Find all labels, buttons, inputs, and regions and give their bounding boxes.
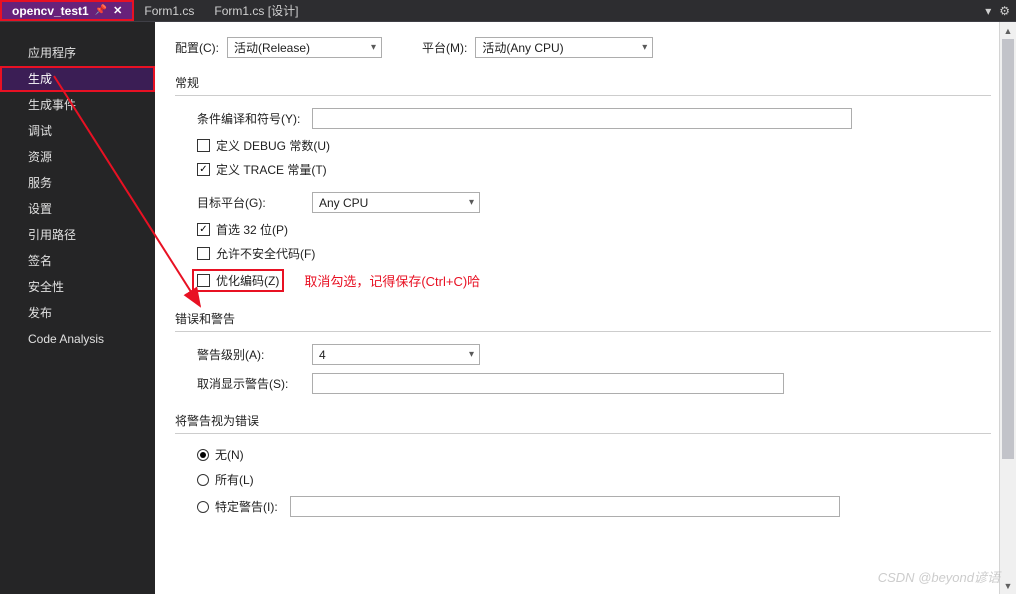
radio-none-row: 无(N): [197, 446, 991, 463]
section-treat-warnings: 将警告视为错误: [175, 412, 991, 431]
divider: [175, 331, 991, 332]
scroll-up-icon[interactable]: ▲: [1000, 22, 1016, 39]
sidebar-item-resources[interactable]: 资源: [0, 144, 155, 170]
tab-label: Form1.cs: [144, 4, 194, 18]
allow-unsafe-checkbox[interactable]: [197, 247, 210, 260]
config-value: 活动(Release): [234, 39, 310, 56]
content-area: 配置(C): 活动(Release) 平台(M): 活动(Any CPU) 常规…: [155, 22, 1016, 594]
radio-all-label: 所有(L): [215, 471, 254, 488]
sidebar-item-settings[interactable]: 设置: [0, 196, 155, 222]
target-platform-value: Any CPU: [319, 196, 368, 210]
suppress-row: 取消显示警告(S):: [197, 373, 991, 394]
sidebar-item-build[interactable]: 生成: [0, 66, 155, 92]
define-trace-checkbox[interactable]: [197, 163, 210, 176]
platform-label: 平台(M):: [422, 39, 467, 56]
suppress-input[interactable]: [312, 373, 784, 394]
sidebar: 应用程序 生成 生成事件 调试 资源 服务 设置 引用路径 签名 安全性 发布 …: [0, 22, 155, 594]
scroll-thumb[interactable]: [1002, 39, 1014, 459]
suppress-label: 取消显示警告(S):: [197, 375, 302, 392]
sidebar-item-debug[interactable]: 调试: [0, 118, 155, 144]
sidebar-item-publish[interactable]: 发布: [0, 300, 155, 326]
close-icon[interactable]: ✕: [113, 4, 122, 17]
divider: [175, 433, 991, 434]
section-general: 常规: [175, 74, 991, 93]
sidebar-item-reference-paths[interactable]: 引用路径: [0, 222, 155, 248]
specific-warnings-input[interactable]: [290, 496, 840, 517]
define-trace-row: 定义 TRACE 常量(T): [197, 161, 991, 178]
gear-icon[interactable]: ⚙: [999, 4, 1010, 18]
section-errors: 错误和警告: [175, 310, 991, 329]
define-debug-row: 定义 DEBUG 常数(U): [197, 137, 991, 154]
define-debug-checkbox[interactable]: [197, 139, 210, 152]
radio-specific-label: 特定警告(I):: [215, 498, 278, 515]
sidebar-item-application[interactable]: 应用程序: [0, 40, 155, 66]
sidebar-item-build-events[interactable]: 生成事件: [0, 92, 155, 118]
optimize-highlight: 优化编码(Z): [192, 269, 284, 292]
sidebar-item-signing[interactable]: 签名: [0, 248, 155, 274]
prefer-32bit-row: 首选 32 位(P): [197, 221, 991, 238]
target-platform-label: 目标平台(G):: [197, 194, 302, 211]
radio-all-row: 所有(L): [197, 471, 991, 488]
warn-level-select[interactable]: 4: [312, 344, 480, 365]
annotation-text: 取消勾选，记得保存(Ctrl+C)哈: [304, 271, 480, 290]
tab-label: Form1.cs [设计]: [214, 2, 298, 19]
define-trace-label: 定义 TRACE 常量(T): [216, 161, 327, 178]
prefer-32bit-label: 首选 32 位(P): [216, 221, 288, 238]
radio-all[interactable]: [197, 474, 209, 486]
tab-label: opencv_test1: [12, 4, 89, 18]
radio-none[interactable]: [197, 449, 209, 461]
pin-icon[interactable]: 📌: [95, 5, 107, 16]
warn-level-value: 4: [319, 348, 326, 362]
platform-value: 活动(Any CPU): [482, 39, 563, 56]
radio-specific-row: 特定警告(I):: [197, 496, 991, 517]
optimize-code-row: 优化编码(Z) 取消勾选，记得保存(Ctrl+C)哈: [197, 269, 991, 292]
platform-select[interactable]: 活动(Any CPU): [475, 37, 653, 58]
dropdown-icon[interactable]: ▾: [985, 4, 991, 18]
optimize-code-checkbox[interactable]: [197, 274, 210, 287]
allow-unsafe-label: 允许不安全代码(F): [216, 245, 315, 262]
warn-level-label: 警告级别(A):: [197, 346, 302, 363]
cond-compile-input[interactable]: [312, 108, 852, 129]
radio-none-label: 无(N): [215, 446, 244, 463]
tab-active-project[interactable]: opencv_test1 📌 ✕: [0, 0, 134, 21]
scroll-down-icon[interactable]: ▼: [1000, 577, 1016, 594]
tab-bar: opencv_test1 📌 ✕ Form1.cs Form1.cs [设计] …: [0, 0, 1016, 22]
define-debug-label: 定义 DEBUG 常数(U): [216, 137, 330, 154]
config-select[interactable]: 活动(Release): [227, 37, 382, 58]
allow-unsafe-row: 允许不安全代码(F): [197, 245, 991, 262]
config-row: 配置(C): 活动(Release) 平台(M): 活动(Any CPU): [175, 37, 991, 58]
cond-compile-label: 条件编译和符号(Y):: [197, 110, 302, 127]
main-container: 应用程序 生成 生成事件 调试 资源 服务 设置 引用路径 签名 安全性 发布 …: [0, 22, 1016, 594]
radio-specific[interactable]: [197, 501, 209, 513]
config-label: 配置(C):: [175, 39, 219, 56]
sidebar-item-code-analysis[interactable]: Code Analysis: [0, 326, 155, 352]
sidebar-item-services[interactable]: 服务: [0, 170, 155, 196]
target-platform-select[interactable]: Any CPU: [312, 192, 480, 213]
optimize-code-label: 优化编码(Z): [216, 272, 279, 289]
tab-right-controls: ▾ ⚙: [985, 0, 1016, 21]
sidebar-item-security[interactable]: 安全性: [0, 274, 155, 300]
target-platform-row: 目标平台(G): Any CPU: [197, 192, 991, 213]
vertical-scrollbar[interactable]: ▲ ▼: [999, 22, 1016, 594]
prefer-32bit-checkbox[interactable]: [197, 223, 210, 236]
tab-form-cs[interactable]: Form1.cs: [134, 0, 204, 21]
cond-compile-row: 条件编译和符号(Y):: [197, 108, 991, 129]
divider: [175, 95, 991, 96]
warn-level-row: 警告级别(A): 4: [197, 344, 991, 365]
tab-form-design[interactable]: Form1.cs [设计]: [204, 0, 308, 21]
